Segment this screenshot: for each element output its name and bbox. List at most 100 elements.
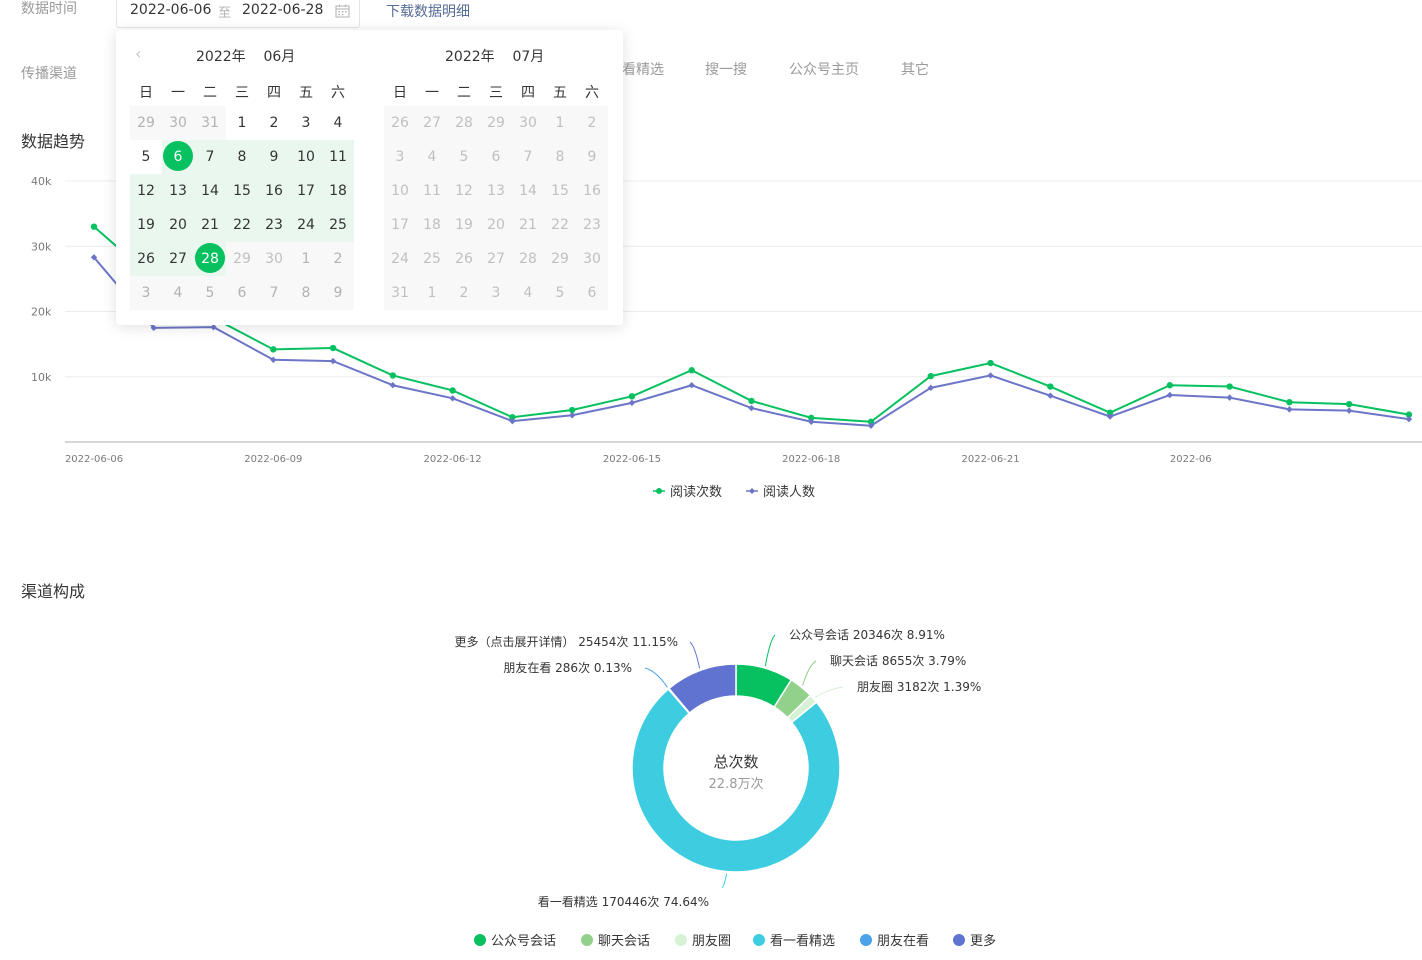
legend-label[interactable]: 公众号会话 <box>491 934 556 949</box>
calendar-day[interactable]: 16 <box>576 174 608 208</box>
legend-label[interactable]: 更多 <box>970 933 996 949</box>
calendar-day[interactable]: 26 <box>130 242 162 276</box>
prev-month-icon[interactable]: ‹ <box>135 44 141 63</box>
calendar-day[interactable]: 7 <box>258 276 290 310</box>
calendar-day[interactable]: 28 <box>448 106 480 140</box>
calendar-day[interactable]: 13 <box>480 174 512 208</box>
data-point[interactable] <box>449 395 456 402</box>
calendar-day[interactable]: 21 <box>512 208 544 242</box>
data-point[interactable] <box>987 372 994 379</box>
calendar-day[interactable]: 29 <box>226 242 258 276</box>
calendar-day[interactable]: 6 <box>576 276 608 310</box>
calendar-day[interactable]: 3 <box>384 140 416 174</box>
calendar-day[interactable]: 22 <box>226 208 258 242</box>
calendar-day[interactable]: 1 <box>226 106 258 140</box>
calendar-day[interactable]: 18 <box>416 208 448 242</box>
calendar-day[interactable]: 30 <box>512 106 544 140</box>
legend-label[interactable]: 看一看精选 <box>770 933 835 949</box>
calendar-day[interactable]: 1 <box>416 276 448 310</box>
data-point[interactable] <box>90 223 98 230</box>
calendar-day[interactable]: 2 <box>322 242 354 276</box>
calendar-day[interactable]: 3 <box>290 106 322 140</box>
calendar-day[interactable]: 3 <box>130 276 162 310</box>
legend-label[interactable]: 朋友在看 <box>877 933 929 949</box>
calendar-day[interactable]: 3 <box>480 276 512 310</box>
calendar-day[interactable]: 9 <box>322 276 354 310</box>
calendar-day[interactable]: 25 <box>322 208 354 242</box>
data-point[interactable] <box>1047 383 1054 390</box>
data-point[interactable] <box>389 372 397 379</box>
data-point[interactable] <box>1286 398 1293 406</box>
data-point[interactable] <box>688 367 695 374</box>
calendar-day[interactable]: 8 <box>226 140 258 174</box>
data-point[interactable] <box>1405 415 1413 423</box>
data-point[interactable] <box>987 359 994 367</box>
data-point[interactable] <box>1345 400 1353 408</box>
calendar-day[interactable]: 2 <box>448 276 480 310</box>
calendar-day[interactable]: 6 <box>226 276 258 310</box>
calendar-day[interactable]: 9 <box>576 140 608 174</box>
calendar-day[interactable]: 4 <box>512 276 544 310</box>
legend-label[interactable]: 聊天会话 <box>598 934 650 949</box>
calendar-day[interactable]: 19 <box>130 208 162 242</box>
data-point[interactable] <box>1226 394 1233 401</box>
calendar-day[interactable]: 30 <box>162 106 194 140</box>
calendar-day[interactable]: 19 <box>448 208 480 242</box>
data-point[interactable] <box>927 372 934 380</box>
data-point[interactable] <box>1345 407 1353 414</box>
calendar-day[interactable]: 26 <box>448 242 480 276</box>
calendar-day[interactable]: 5 <box>194 276 226 310</box>
calendar-day[interactable]: 23 <box>258 208 290 242</box>
calendar-day[interactable]: 4 <box>322 106 354 140</box>
data-point[interactable] <box>568 412 576 419</box>
calendar-day[interactable]: 13 <box>162 174 194 208</box>
calendar-day[interactable]: 26 <box>384 106 416 140</box>
calendar-day[interactable]: 11 <box>416 174 448 208</box>
legend-label[interactable]: 阅读次数 <box>670 484 722 500</box>
calendar-day[interactable]: 8 <box>544 140 576 174</box>
data-point[interactable] <box>449 387 456 394</box>
calendar-day[interactable]: 30 <box>576 242 608 276</box>
calendar-day[interactable]: 6 <box>480 140 512 174</box>
calendar-day[interactable]: 28 <box>194 242 226 276</box>
calendar-day[interactable]: 17 <box>384 208 416 242</box>
calendar-day[interactable]: 9 <box>258 140 290 174</box>
calendar-day[interactable]: 22 <box>544 208 576 242</box>
calendar-day[interactable]: 28 <box>512 242 544 276</box>
data-point[interactable] <box>748 404 755 412</box>
calendar-day[interactable]: 21 <box>194 208 226 242</box>
calendar-day[interactable]: 16 <box>258 174 290 208</box>
calendar-day[interactable]: 6 <box>162 140 194 174</box>
calendar-day[interactable]: 11 <box>322 140 354 174</box>
calendar-day[interactable]: 2 <box>576 106 608 140</box>
calendar-day[interactable]: 20 <box>480 208 512 242</box>
calendar-day[interactable]: 5 <box>544 276 576 310</box>
calendar-day[interactable]: 31 <box>194 106 226 140</box>
calendar-day[interactable]: 20 <box>162 208 194 242</box>
calendar-day[interactable]: 7 <box>194 140 226 174</box>
data-point[interactable] <box>389 382 397 389</box>
calendar-day[interactable]: 27 <box>162 242 194 276</box>
data-point[interactable] <box>329 357 337 365</box>
calendar-day[interactable]: 24 <box>384 242 416 276</box>
calendar-day[interactable]: 2 <box>258 106 290 140</box>
calendar-day[interactable]: 25 <box>416 242 448 276</box>
data-point[interactable] <box>270 346 277 353</box>
calendar-day[interactable]: 27 <box>480 242 512 276</box>
calendar-day[interactable]: 4 <box>416 140 448 174</box>
data-point[interactable] <box>628 393 636 400</box>
calendar-day[interactable]: 15 <box>544 174 576 208</box>
calendar-day[interactable]: 15 <box>226 174 258 208</box>
calendar-day[interactable]: 18 <box>322 174 354 208</box>
data-point[interactable] <box>748 397 755 405</box>
calendar-day[interactable]: 27 <box>416 106 448 140</box>
calendar-day[interactable]: 29 <box>480 106 512 140</box>
calendar-day[interactable]: 23 <box>576 208 608 242</box>
calendar-day[interactable]: 14 <box>194 174 226 208</box>
data-point[interactable] <box>1166 391 1174 399</box>
calendar-day[interactable]: 8 <box>290 276 322 310</box>
data-point[interactable] <box>688 382 695 389</box>
calendar-day[interactable]: 1 <box>290 242 322 276</box>
calendar-day[interactable]: 30 <box>258 242 290 276</box>
data-point[interactable] <box>329 344 337 352</box>
